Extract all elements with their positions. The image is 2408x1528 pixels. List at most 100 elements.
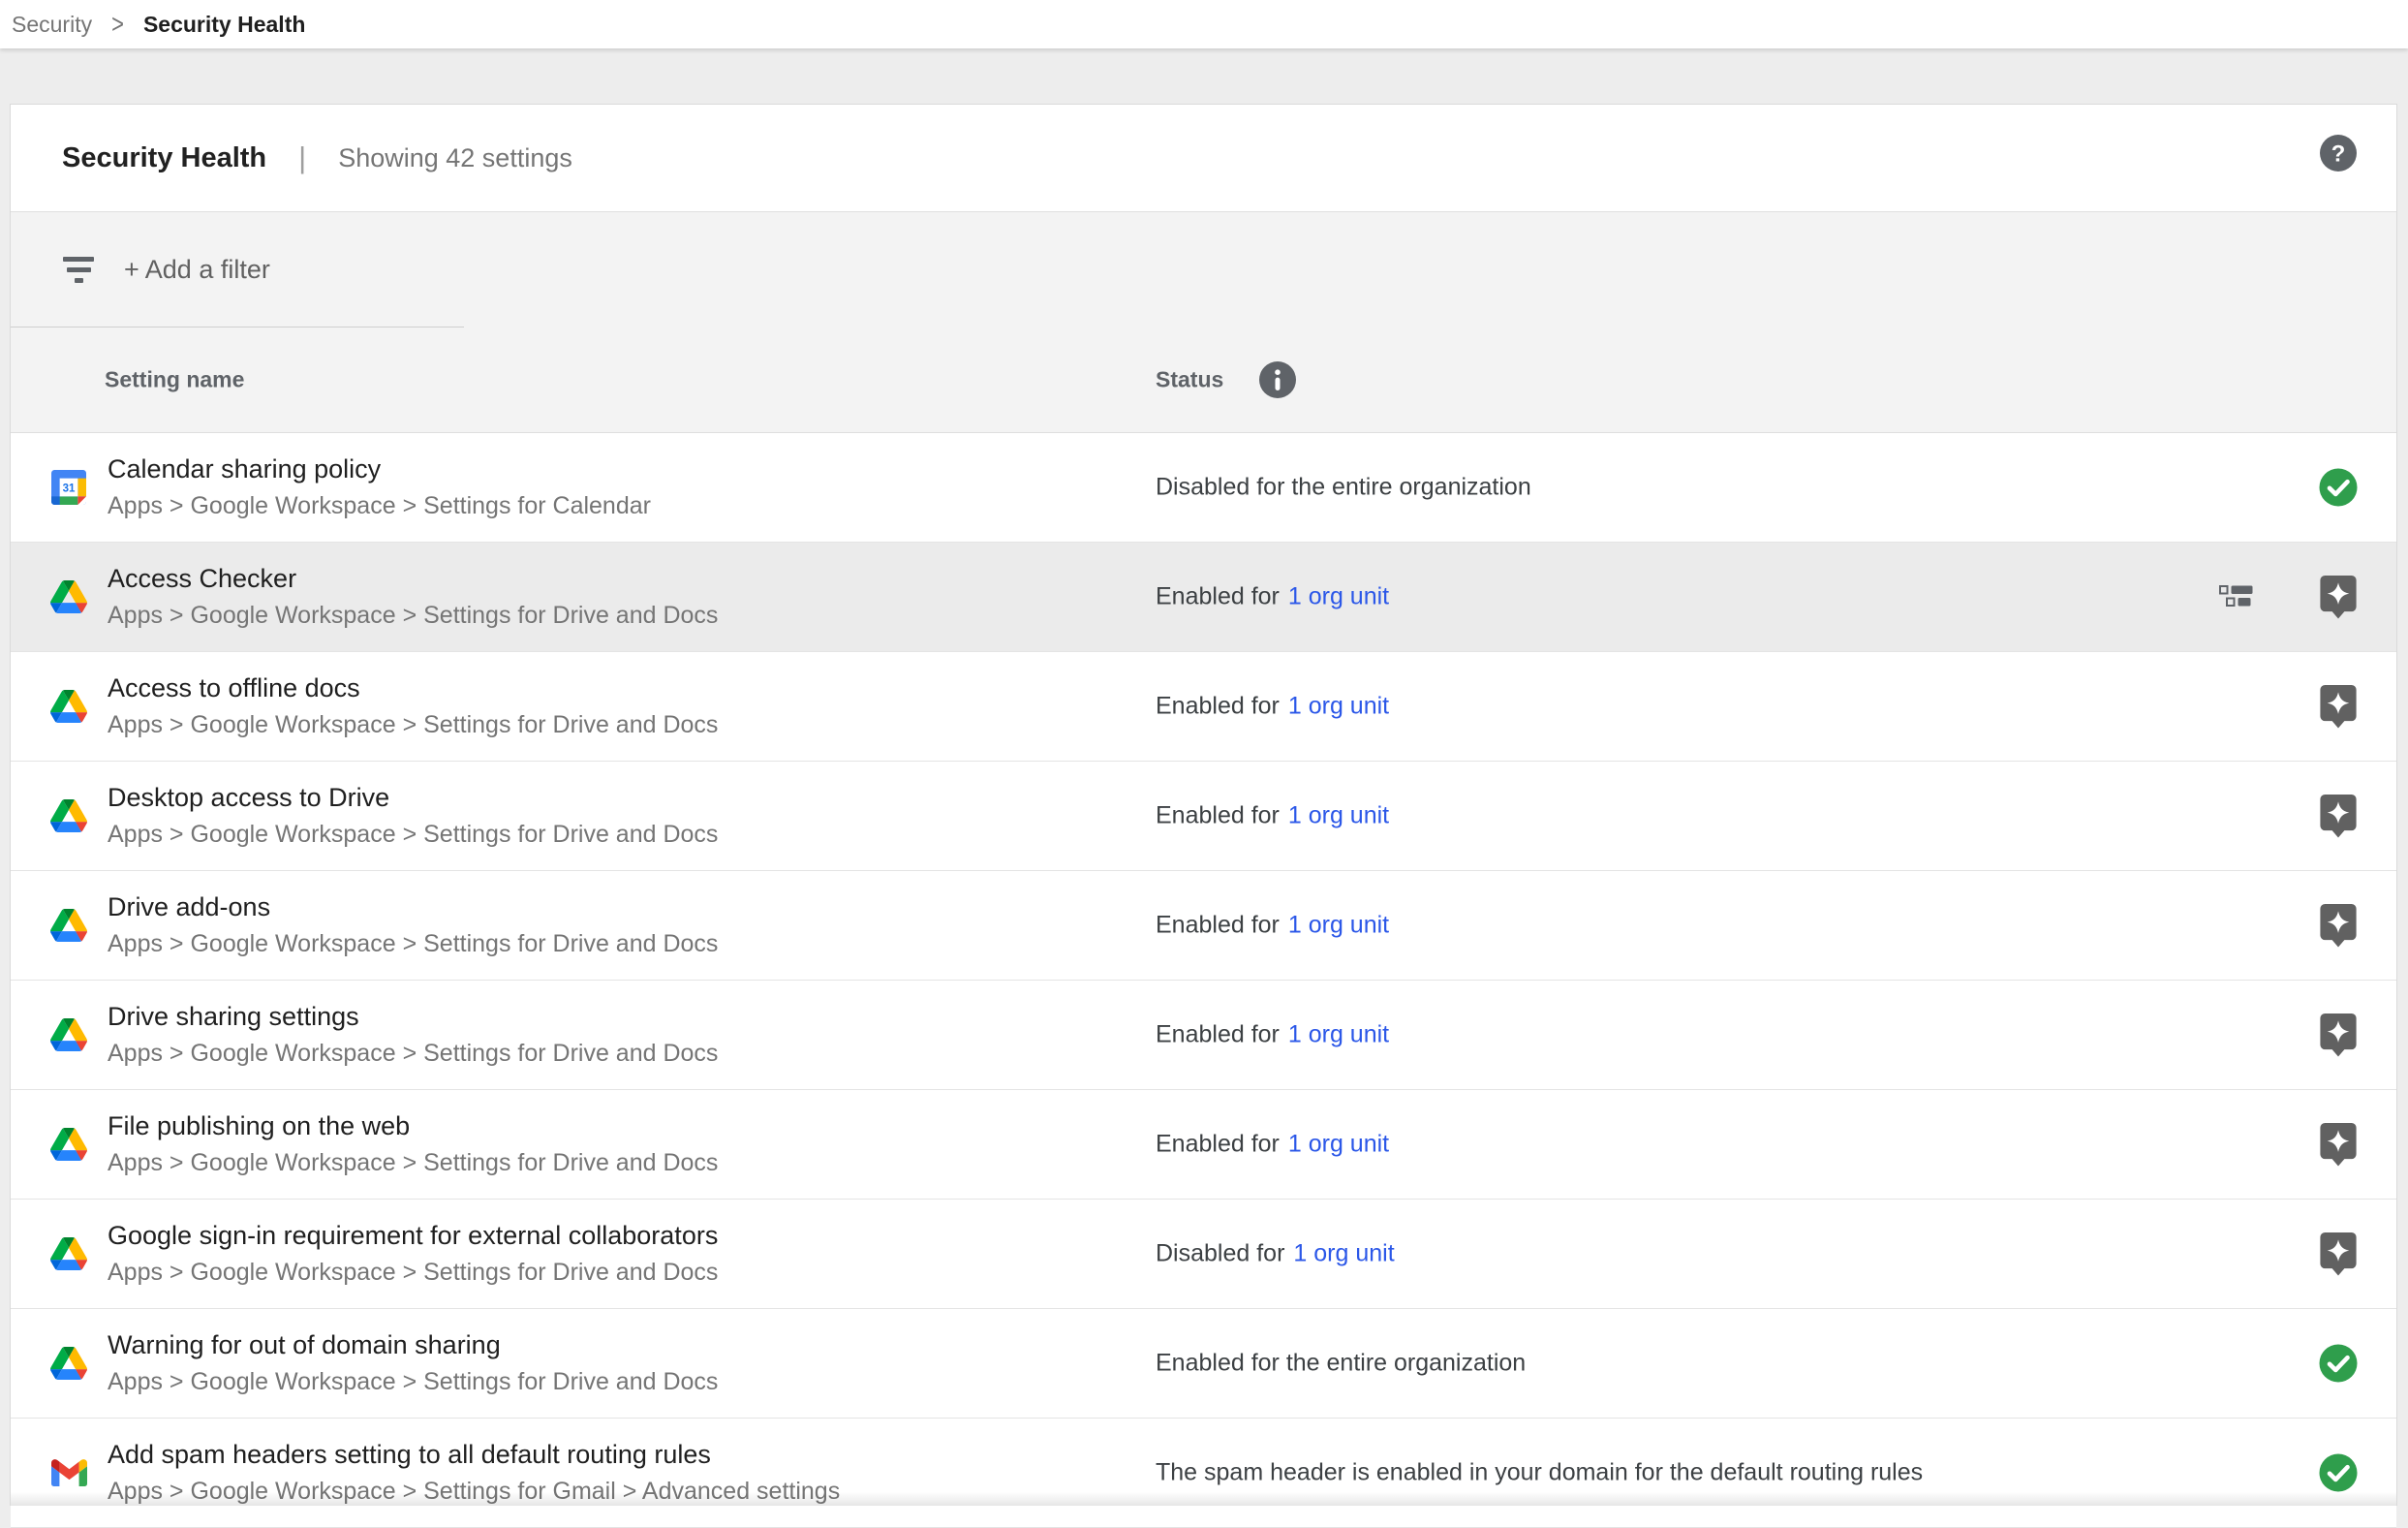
status-text: Enabled for <box>1156 693 1280 720</box>
svg-text:?: ? <box>2331 141 2346 168</box>
setting-text: Add spam headers setting to all default … <box>108 1436 840 1510</box>
recommendation-badge-icon[interactable] <box>2319 575 2358 619</box>
drive-icon <box>47 1013 90 1056</box>
org-unit-link[interactable]: 1 org unit <box>1293 1240 1394 1267</box>
setting-text: Drive add-ons Apps > Google Workspace > … <box>108 889 718 962</box>
setting-text: Access Checker Apps > Google Workspace >… <box>108 560 718 634</box>
setting-path: Apps > Google Workspace > Settings for C… <box>108 488 651 524</box>
recommendation-badge-icon[interactable] <box>2319 903 2358 948</box>
setting-title: Drive sharing settings <box>108 998 718 1036</box>
setting-text: Drive sharing settings Apps > Google Wor… <box>108 998 718 1072</box>
status-ok-icon <box>2319 1453 2358 1492</box>
setting-row[interactable]: File publishing on the web Apps > Google… <box>11 1090 2396 1200</box>
status-ok-icon <box>2319 1344 2358 1383</box>
setting-text: File publishing on the web Apps > Google… <box>108 1107 718 1181</box>
card-header: Security Health | Showing 42 settings ? <box>11 105 2396 212</box>
breadcrumb-current: Security Health <box>143 12 305 38</box>
column-setting-name: Setting name <box>105 367 244 393</box>
setting-status: Enabled for 1 org unit <box>1156 802 1389 830</box>
filter-icon <box>62 257 95 283</box>
add-filter-label: + Add a filter <box>124 255 270 285</box>
setting-title: Add spam headers setting to all default … <box>108 1436 840 1474</box>
org-unit-link[interactable]: 1 org unit <box>1288 583 1389 610</box>
status-text: Enabled for <box>1156 1021 1280 1048</box>
drive-icon <box>47 1232 90 1275</box>
setting-row[interactable]: Add spam headers setting to all default … <box>11 1419 2396 1528</box>
setting-text: Access to offline docs Apps > Google Wor… <box>108 670 718 743</box>
recommendation-badge-icon[interactable] <box>2319 794 2358 838</box>
status-text: Enabled for the entire organization <box>1156 1350 1526 1377</box>
setting-row[interactable]: Drive sharing settings Apps > Google Wor… <box>11 981 2396 1090</box>
status-info-icon[interactable] <box>1259 361 1296 398</box>
recommendation-badge-icon[interactable] <box>2319 1232 2358 1276</box>
setting-row[interactable]: 31 Calendar sharing policy Apps > Google… <box>11 433 2396 543</box>
calendar-icon: 31 <box>47 466 90 509</box>
column-status: Status <box>1156 367 1223 393</box>
status-text: Disabled for the entire organization <box>1156 474 1531 501</box>
drive-icon <box>47 1123 90 1166</box>
setting-status: Enabled for the entire organization <box>1156 1350 1526 1378</box>
drive-icon <box>47 795 90 837</box>
help-icon[interactable]: ? <box>2320 135 2357 172</box>
setting-text: Warning for out of domain sharing Apps >… <box>108 1326 718 1400</box>
setting-title: Desktop access to Drive <box>108 779 718 817</box>
drive-icon <box>47 1342 90 1385</box>
setting-path: Apps > Google Workspace > Settings for D… <box>108 926 718 962</box>
breadcrumb: Security > Security Health <box>0 0 2408 48</box>
setting-title: File publishing on the web <box>108 1107 718 1145</box>
setting-path: Apps > Google Workspace > Settings for D… <box>108 1364 718 1400</box>
setting-status: The spam header is enabled in your domai… <box>1156 1459 1923 1487</box>
status-text: Enabled for <box>1156 583 1280 610</box>
status-text: The spam header is enabled in your domai… <box>1156 1459 1923 1486</box>
setting-text: Google sign-in requirement for external … <box>108 1217 718 1291</box>
setting-path: Apps > Google Workspace > Settings for D… <box>108 598 718 634</box>
setting-path: Apps > Google Workspace > Settings for G… <box>108 1474 840 1510</box>
setting-title: Drive add-ons <box>108 889 718 926</box>
setting-status: Enabled for 1 org unit <box>1156 1021 1389 1049</box>
title-separator: | <box>298 140 306 175</box>
setting-path: Apps > Google Workspace > Settings for D… <box>108 1145 718 1181</box>
drive-icon <box>47 685 90 728</box>
setting-row[interactable]: Access to offline docs Apps > Google Wor… <box>11 652 2396 762</box>
settings-count: Showing 42 settings <box>338 143 572 173</box>
drive-icon <box>47 904 90 947</box>
status-text: Enabled for <box>1156 1131 1280 1158</box>
setting-row[interactable]: Warning for out of domain sharing Apps >… <box>11 1309 2396 1419</box>
setting-status: Enabled for 1 org unit <box>1156 693 1389 721</box>
setting-title: Access to offline docs <box>108 670 718 707</box>
org-unit-link[interactable]: 1 org unit <box>1288 802 1389 829</box>
drive-icon <box>47 576 90 618</box>
setting-status: Enabled for 1 org unit <box>1156 1131 1389 1159</box>
setting-title: Google sign-in requirement for external … <box>108 1217 718 1255</box>
recommendation-badge-icon[interactable] <box>2319 1122 2358 1167</box>
setting-row[interactable]: Desktop access to Drive Apps > Google Wo… <box>11 762 2396 871</box>
setting-text: Desktop access to Drive Apps > Google Wo… <box>108 779 718 853</box>
org-unit-link[interactable]: 1 org unit <box>1288 1021 1389 1048</box>
org-unit-link[interactable]: 1 org unit <box>1288 912 1389 939</box>
org-unit-link[interactable]: 1 org unit <box>1288 693 1389 720</box>
status-ok-icon <box>2319 468 2358 507</box>
rules-icon[interactable] <box>2219 585 2254 608</box>
setting-row[interactable]: Google sign-in requirement for external … <box>11 1200 2396 1309</box>
setting-row[interactable]: Access Checker Apps > Google Workspace >… <box>11 543 2396 652</box>
table-header: Setting name Status <box>11 327 2396 432</box>
setting-path: Apps > Google Workspace > Settings for D… <box>108 1255 718 1291</box>
status-text: Disabled for <box>1156 1240 1284 1267</box>
setting-path: Apps > Google Workspace > Settings for D… <box>108 817 718 853</box>
setting-title: Calendar sharing policy <box>108 451 651 488</box>
org-unit-link[interactable]: 1 org unit <box>1288 1131 1389 1158</box>
breadcrumb-security-link[interactable]: Security <box>12 12 92 38</box>
setting-status: Disabled for the entire organization <box>1156 474 1531 502</box>
recommendation-badge-icon[interactable] <box>2319 1013 2358 1057</box>
setting-status: Enabled for 1 org unit <box>1156 583 1389 611</box>
security-health-card: Security Health | Showing 42 settings ? … <box>10 104 2397 1506</box>
filter-and-header-zone: + Add a filter Setting name Status <box>11 212 2396 433</box>
settings-list: 31 Calendar sharing policy Apps > Google… <box>11 433 2396 1528</box>
setting-path: Apps > Google Workspace > Settings for D… <box>108 707 718 743</box>
recommendation-badge-icon[interactable] <box>2319 684 2358 729</box>
add-filter-button[interactable]: + Add a filter <box>11 212 2396 327</box>
setting-row[interactable]: Drive add-ons Apps > Google Workspace > … <box>11 871 2396 981</box>
setting-path: Apps > Google Workspace > Settings for D… <box>108 1036 718 1072</box>
status-text: Enabled for <box>1156 802 1280 829</box>
gmail-icon <box>47 1451 90 1494</box>
